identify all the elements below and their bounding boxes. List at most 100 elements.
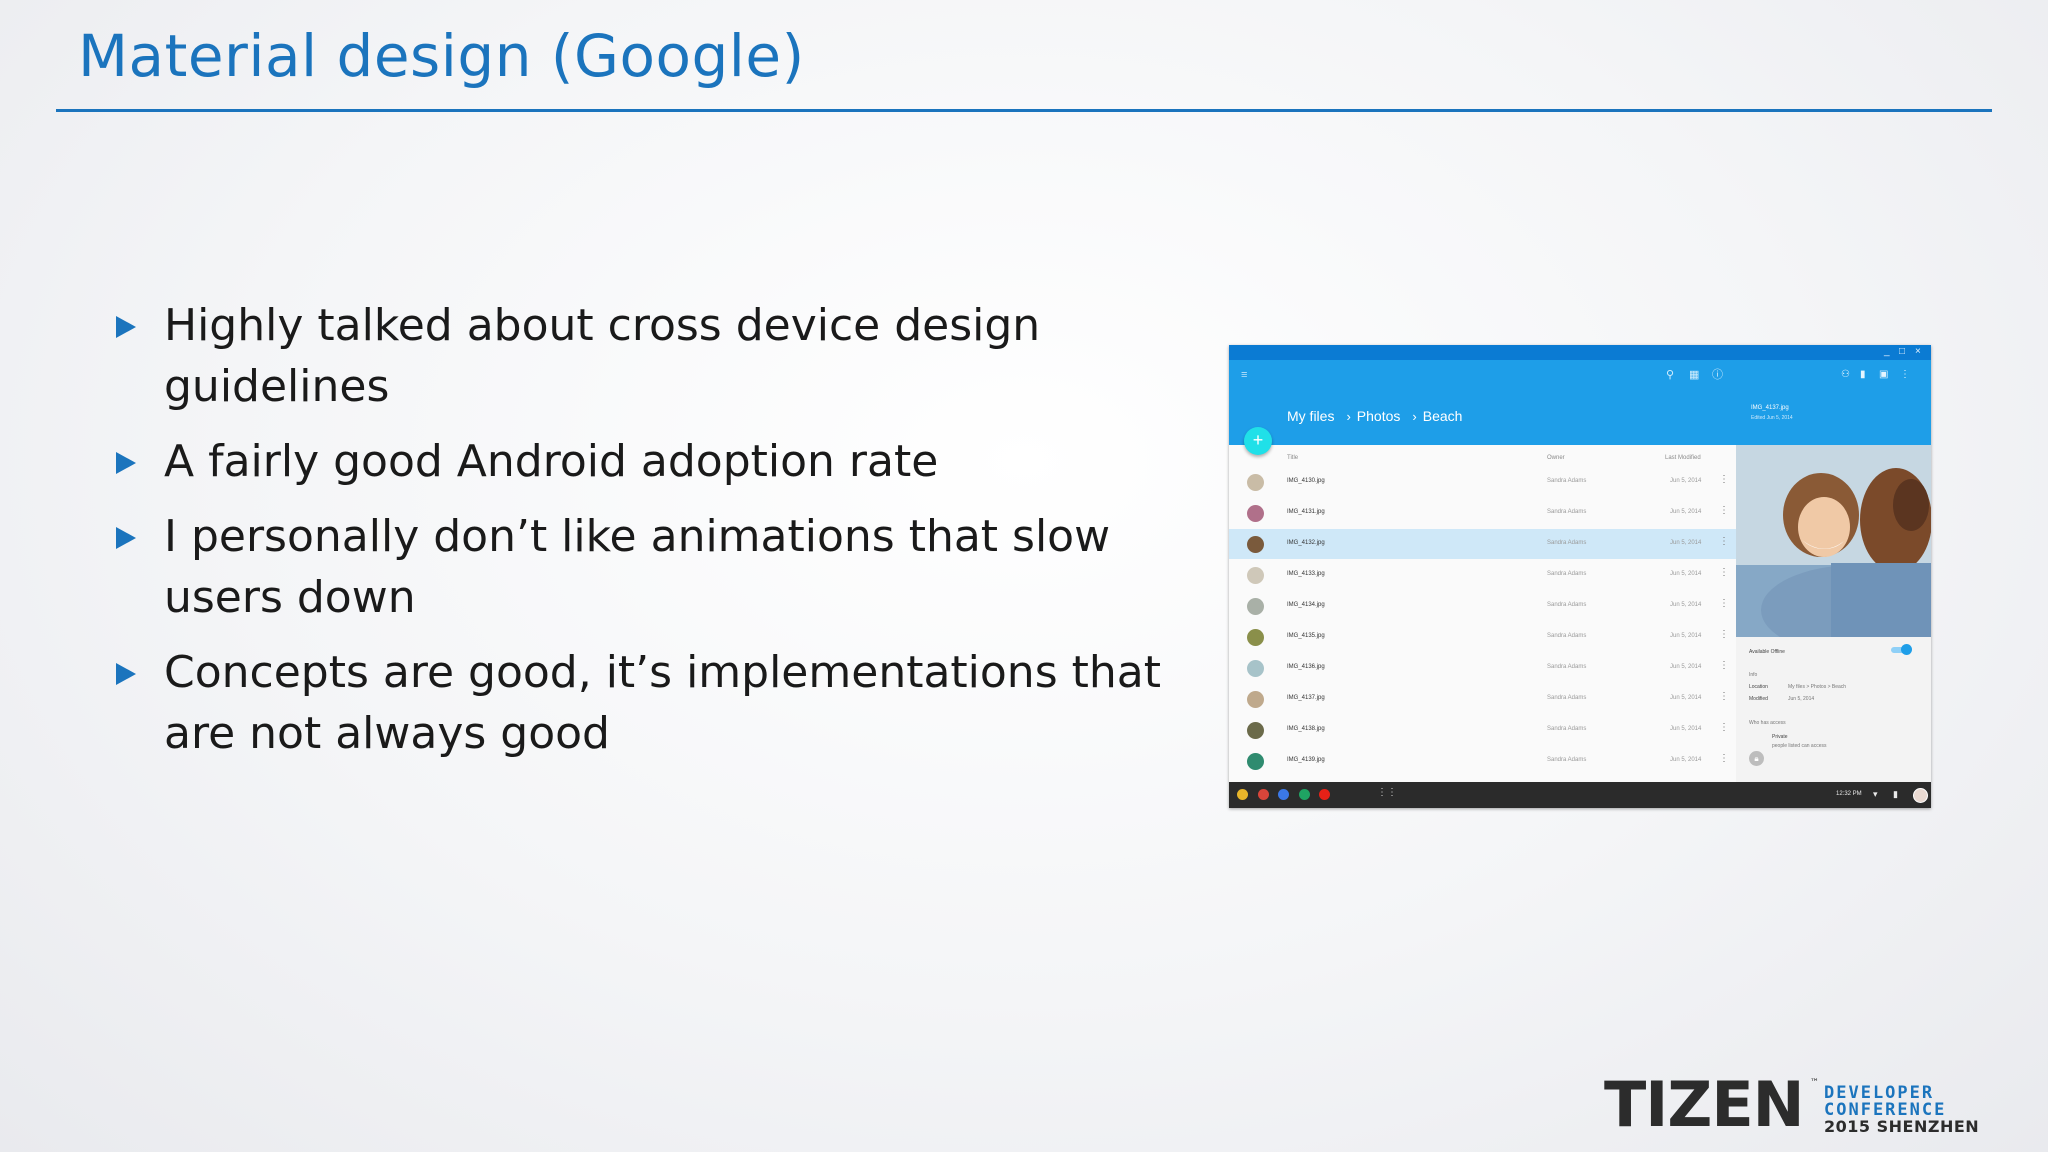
bullet-item: Concepts are good, it’s implementations … — [112, 642, 1202, 764]
bullet-list: Highly talked about cross device design … — [112, 295, 1202, 778]
menu-icon[interactable]: ≡ — [1241, 369, 1247, 381]
file-modified-date: Jun 5, 2014 — [1670, 695, 1702, 701]
file-owner: Sandra Adams — [1547, 602, 1587, 608]
title-divider — [56, 109, 1992, 112]
triangle-bullet-icon — [116, 452, 136, 474]
file-thumbnail — [1247, 567, 1264, 584]
gmail-icon[interactable] — [1257, 789, 1269, 800]
more-icon[interactable]: ⋮ — [1719, 630, 1729, 640]
battery-icon[interactable]: ▮ — [1893, 788, 1898, 800]
breadcrumb-photos[interactable]: Photos — [1357, 408, 1401, 424]
more-icon[interactable]: ⋮ — [1719, 661, 1729, 671]
table-row[interactable]: IMG_4130.jpg Sandra Adams Jun 5, 2014 ⋮ — [1229, 467, 1736, 497]
more-icon[interactable]: ⋮ — [1719, 568, 1729, 578]
table-row[interactable]: IMG_4135.jpg Sandra Adams Jun 5, 2014 ⋮ — [1229, 622, 1736, 652]
table-row[interactable]: IMG_4138.jpg Sandra Adams Jun 5, 2014 ⋮ — [1229, 715, 1736, 745]
more-icon[interactable]: ⋮ — [1719, 506, 1729, 516]
app-launcher-icon[interactable]: ⋮⋮ — [1377, 787, 1397, 799]
more-icon[interactable]: ⋮ — [1900, 369, 1910, 381]
detail-header: ⚇ ▮ ▣ ⋮ IMG_4137.jpg Edited Jun 5, 2014 — [1736, 360, 1931, 445]
wifi-icon[interactable]: ▾ — [1873, 788, 1878, 800]
logo-line-location: 2015 SHENZHEN — [1824, 1117, 1980, 1136]
close-icon[interactable]: × — [1915, 346, 1921, 358]
bullet-item: A fairly good Android adoption rate — [112, 431, 1202, 492]
file-modified-date: Jun 5, 2014 — [1670, 633, 1702, 639]
file-name: IMG_4138.jpg — [1287, 726, 1325, 732]
file-name: IMG_4136.jpg — [1287, 664, 1325, 670]
more-icon[interactable]: ⋮ — [1719, 599, 1729, 609]
table-row[interactable]: IMG_4139.jpg Sandra Adams Jun 5, 2014 ⋮ — [1229, 746, 1736, 776]
table-row[interactable]: IMG_4131.jpg Sandra Adams Jun 5, 2014 ⋮ — [1229, 498, 1736, 528]
file-name: IMG_4132.jpg — [1287, 540, 1325, 546]
more-icon[interactable]: ⋮ — [1719, 475, 1729, 485]
file-owner: Sandra Adams — [1547, 757, 1587, 763]
triangle-bullet-icon — [116, 527, 136, 549]
location-label: Location — [1749, 684, 1768, 690]
add-fab-button[interactable]: + — [1244, 427, 1272, 455]
file-name: IMG_4139.jpg — [1287, 757, 1325, 763]
file-list: Title Owner Last Modified IMG_4130.jpg Sa… — [1229, 445, 1736, 782]
table-row[interactable]: IMG_4136.jpg Sandra Adams Jun 5, 2014 ⋮ — [1229, 653, 1736, 683]
drive-icon[interactable] — [1298, 789, 1310, 800]
table-row[interactable]: IMG_4132.jpg Sandra Adams Jun 5, 2014 ⋮ — [1229, 529, 1736, 559]
app-header: ≡ ⚲ ▦ ⓘ My files › Photos › Beach — [1229, 360, 1736, 445]
file-thumbnail — [1247, 505, 1264, 522]
file-modified-date: Jun 5, 2014 — [1670, 726, 1702, 732]
folder-icon[interactable]: ▣ — [1879, 369, 1888, 381]
detail-info-panel: Available Offline Info Location My files… — [1736, 637, 1931, 782]
photo-illustration — [1736, 445, 1931, 637]
breadcrumb-separator: › — [1412, 409, 1417, 424]
file-modified-date: Jun 5, 2014 — [1670, 509, 1702, 515]
search-icon[interactable]: ⚲ — [1666, 369, 1674, 381]
table-row[interactable]: IMG_4134.jpg Sandra Adams Jun 5, 2014 ⋮ — [1229, 591, 1736, 621]
shelf-clock[interactable]: 12:32 PM — [1836, 791, 1862, 797]
column-header-title[interactable]: Title — [1287, 455, 1298, 461]
file-thumbnail — [1247, 474, 1264, 491]
avatar[interactable] — [1913, 788, 1928, 803]
detail-file-name: IMG_4137.jpg — [1751, 405, 1789, 411]
tizen-conference-logo: TIZEN ™ DEVELOPER CONFERENCE 2015 SHENZH… — [1604, 1074, 1979, 1138]
info-section-label: Info — [1749, 672, 1758, 678]
privacy-description: people listed can access — [1772, 743, 1827, 749]
delete-icon[interactable]: ▮ — [1860, 369, 1866, 381]
more-icon[interactable]: ⋮ — [1719, 754, 1729, 764]
file-thumbnail — [1247, 691, 1264, 708]
breadcrumb-my-files[interactable]: My files — [1287, 408, 1334, 424]
breadcrumb: My files › Photos › Beach — [1287, 408, 1462, 424]
file-modified-date: Jun 5, 2014 — [1670, 664, 1702, 670]
minimize-icon[interactable]: _ — [1884, 346, 1890, 358]
detail-photo-preview — [1736, 445, 1931, 637]
more-icon[interactable]: ⋮ — [1719, 723, 1729, 733]
chrome-icon[interactable] — [1237, 789, 1248, 800]
grid-view-icon[interactable]: ▦ — [1689, 369, 1699, 381]
column-header-modified[interactable]: Last Modified — [1665, 455, 1701, 461]
table-row[interactable]: IMG_4137.jpg Sandra Adams Jun 5, 2014 ⋮ — [1229, 684, 1736, 714]
bullet-text: Concepts are good, it’s implementations … — [164, 647, 1161, 759]
available-offline-label: Available Offline — [1749, 649, 1785, 655]
file-name: IMG_4131.jpg — [1287, 509, 1325, 515]
file-name: IMG_4130.jpg — [1287, 478, 1325, 484]
table-row[interactable]: IMG_4133.jpg Sandra Adams Jun 5, 2014 ⋮ — [1229, 560, 1736, 590]
youtube-icon[interactable] — [1319, 789, 1330, 800]
bullet-text: Highly talked about cross device design … — [164, 300, 1041, 412]
file-modified-date: Jun 5, 2014 — [1670, 757, 1702, 763]
column-header-owner[interactable]: Owner — [1547, 455, 1565, 461]
file-name: IMG_4133.jpg — [1287, 571, 1325, 577]
breadcrumb-beach[interactable]: Beach — [1423, 408, 1463, 424]
add-person-icon[interactable]: ⚇ — [1841, 369, 1850, 381]
maximize-icon[interactable]: □ — [1899, 346, 1905, 358]
file-owner: Sandra Adams — [1547, 633, 1587, 639]
search-app-icon[interactable] — [1278, 789, 1289, 800]
triangle-bullet-icon — [116, 316, 136, 338]
offline-toggle-knob[interactable] — [1901, 644, 1912, 655]
bullet-text: I personally don’t like animations that … — [164, 511, 1111, 623]
logo-trademark: ™ — [1810, 1078, 1819, 1088]
bullet-item: I personally don’t like animations that … — [112, 506, 1202, 628]
file-owner: Sandra Adams — [1547, 571, 1587, 577]
more-icon[interactable]: ⋮ — [1719, 537, 1729, 547]
triangle-bullet-icon — [116, 663, 136, 685]
file-thumbnail — [1247, 536, 1264, 553]
info-icon[interactable]: ⓘ — [1712, 369, 1723, 381]
file-owner: Sandra Adams — [1547, 509, 1587, 515]
more-icon[interactable]: ⋮ — [1719, 692, 1729, 702]
